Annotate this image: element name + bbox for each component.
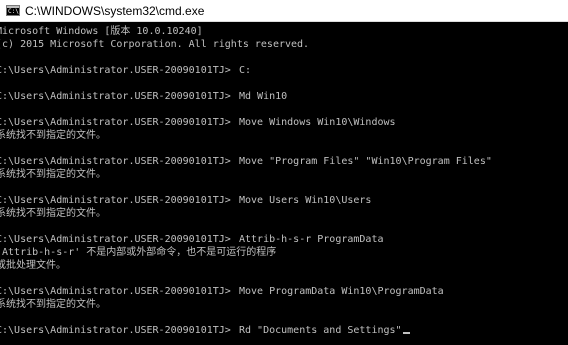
command-line: C:\Users\Administrator.USER-20090101TJ> M… xyxy=(0,194,568,207)
command-line: C:\Users\Administrator.USER-20090101TJ> A… xyxy=(0,233,568,246)
command-line: C:\Users\Administrator.USER-20090101TJ> M… xyxy=(0,90,568,103)
prompt-text: C:\Users\Administrator.USER-20090101TJ> xyxy=(0,117,231,128)
command-text: Rd "Documents and Settings" xyxy=(239,325,402,336)
command-line: C:\Users\Administrator.USER-20090101TJ> M… xyxy=(0,285,568,298)
prompt-text: C:\Users\Administrator.USER-20090101TJ> xyxy=(0,65,231,76)
prompt-text: C:\Users\Administrator.USER-20090101TJ> xyxy=(0,156,231,167)
command-line: C:\Users\Administrator.USER-20090101TJ> M… xyxy=(0,116,568,129)
text-cursor xyxy=(402,332,410,334)
cmd-icon: C:\ xyxy=(6,5,20,16)
command-text: Move Users Win10\Users xyxy=(239,195,372,206)
output-line: 系统找不到指定的文件。 xyxy=(0,208,106,219)
output-line: 系统找不到指定的文件。 xyxy=(0,130,106,141)
prompt-text: C:\Users\Administrator.USER-20090101TJ> xyxy=(0,91,231,102)
console-output[interactable]: Microsoft Windows [版本 10.0.10240] (c) 20… xyxy=(0,22,568,345)
output-line: 或批处理文件。 xyxy=(0,260,66,271)
command-line: C:\Users\Administrator.USER-20090101TJ> M… xyxy=(0,155,568,168)
prompt-text: C:\Users\Administrator.USER-20090101TJ> xyxy=(0,195,231,206)
output-line: 系统找不到指定的文件。 xyxy=(0,299,106,310)
header-line: Microsoft Windows [版本 10.0.10240] xyxy=(0,26,203,37)
command-line: C:\Users\Administrator.USER-20090101TJ> R… xyxy=(0,324,568,337)
command-text: Attrib-h-s-r ProgramData xyxy=(239,234,384,245)
command-text: Move ProgramData Win10\ProgramData xyxy=(239,286,444,297)
command-line: C:\Users\Administrator.USER-20090101TJ> C… xyxy=(0,64,568,77)
prompt-text: C:\Users\Administrator.USER-20090101TJ> xyxy=(0,286,231,297)
command-text: C: xyxy=(239,65,252,76)
output-line: 'Attrib-h-s-r' 不是内部或外部命令，也不是可运行的程序 xyxy=(0,247,277,258)
command-text: Move Windows Win10\Windows xyxy=(239,117,396,128)
output-line: 系统找不到指定的文件。 xyxy=(0,169,106,180)
prompt-text: C:\Users\Administrator.USER-20090101TJ> xyxy=(0,325,231,336)
window-title: C:\WINDOWS\system32\cmd.exe xyxy=(25,3,205,18)
cmd-window: C:\ C:\WINDOWS\system32\cmd.exe Microsof… xyxy=(0,0,568,345)
command-text: Md Win10 xyxy=(239,91,288,102)
command-text: Move "Program Files" "Win10\Program File… xyxy=(239,156,492,167)
prompt-text: C:\Users\Administrator.USER-20090101TJ> xyxy=(0,234,231,245)
header-line: (c) 2015 Microsoft Corporation. All righ… xyxy=(0,39,310,50)
title-bar[interactable]: C:\ C:\WINDOWS\system32\cmd.exe xyxy=(0,0,568,22)
